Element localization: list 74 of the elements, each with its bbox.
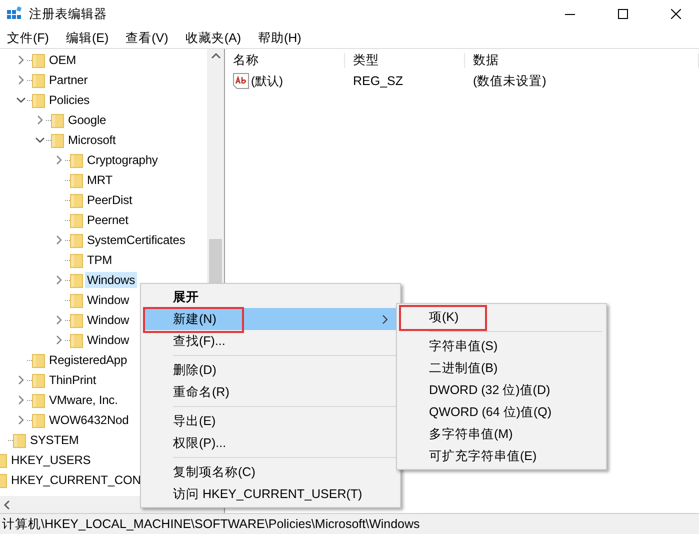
status-bar-path: 计算机\HKEY_LOCAL_MACHINE\SOFTWARE\Policies\Microsoft\Windows [0, 513, 699, 534]
menu-item[interactable]: 访问 HKEY_CURRENT_USER(T) [143, 483, 398, 505]
column-header[interactable]: 数据 [465, 52, 699, 68]
menu-item[interactable]: 查找(F)... [143, 330, 398, 352]
menu-item[interactable]: 重命名(R) [143, 381, 398, 403]
column-header[interactable]: 类型 [345, 52, 465, 68]
folder-icon [32, 352, 45, 368]
menu-item[interactable]: 文件(F) [2, 30, 54, 46]
menu-item[interactable]: 权限(P)... [143, 432, 398, 454]
tree-item[interactable]: Windows [85, 272, 137, 288]
folder-icon [70, 152, 83, 168]
tree-item[interactable]: PeerDist [85, 192, 134, 208]
menu-item[interactable]: 多字符串值(M) [399, 423, 604, 445]
menu-item[interactable]: 字符串值(S) [399, 335, 604, 357]
folder-icon [70, 232, 83, 248]
tree-item[interactable]: ThinPrint [47, 372, 98, 388]
folder-icon [70, 212, 83, 228]
tree-item[interactable]: Google [66, 112, 108, 128]
tree-item[interactable]: Policies [47, 92, 92, 108]
tree-item[interactable]: SYSTEM [28, 432, 81, 448]
menu-item[interactable]: 可扩充字符串值(E) [399, 445, 604, 467]
app-icon [6, 6, 22, 22]
folder-icon [32, 92, 45, 108]
tree-item[interactable]: Cryptography [85, 152, 160, 168]
menu-item[interactable]: 新建(N) [143, 308, 398, 330]
folder-icon [32, 52, 45, 68]
tree-item[interactable]: Peernet [85, 212, 130, 228]
folder-icon [70, 172, 83, 188]
menu-item[interactable]: 展开 [143, 286, 398, 308]
value-name[interactable]: (默认) [249, 74, 283, 88]
tree-item[interactable]: Partner [47, 72, 90, 88]
menu-item[interactable]: 查看(V) [120, 30, 174, 46]
folder-icon [51, 132, 64, 148]
folder-icon [70, 332, 83, 348]
string-value-icon [233, 73, 249, 89]
menu-item[interactable]: 二进制值(B) [399, 357, 604, 379]
menu-item[interactable]: 导出(E) [143, 410, 398, 432]
tree-item[interactable]: TPM [85, 252, 114, 268]
menu-item[interactable]: 删除(D) [143, 359, 398, 381]
value-type: REG_SZ [352, 74, 404, 88]
folder-icon [32, 412, 45, 428]
maximize-icon [618, 9, 628, 19]
menu-item[interactable]: QWORD (64 位)值(Q) [399, 401, 604, 423]
folder-icon [70, 272, 83, 288]
menu-item[interactable]: 编辑(E) [60, 30, 114, 46]
folder-icon [70, 252, 83, 268]
folder-icon [70, 292, 83, 308]
tree-item[interactable]: VMware, Inc. [47, 392, 120, 408]
menu-item[interactable]: DWORD (32 位)值(D) [399, 379, 604, 401]
folder-icon [32, 72, 45, 88]
window-title: 注册表编辑器 [29, 6, 108, 22]
folder-icon [70, 192, 83, 208]
folder-icon [13, 432, 26, 448]
tree-item[interactable]: MRT [85, 172, 114, 188]
folder-icon [51, 112, 64, 128]
column-header[interactable]: 名称 [225, 52, 345, 68]
tree-item[interactable]: OEM [47, 52, 78, 68]
tree-item[interactable]: RegisteredApp [47, 352, 130, 368]
value-data: (数值未设置) [472, 74, 548, 88]
tree-item[interactable]: Microsoft [66, 132, 118, 148]
menu-item[interactable]: 收藏夹(A) [180, 30, 246, 46]
tree-item[interactable]: HKEY_USERS [9, 452, 93, 468]
folder-icon [32, 392, 45, 408]
folder-icon [32, 372, 45, 388]
menu-item[interactable]: 帮助(H) [252, 30, 306, 46]
tree-item[interactable]: WOW6432Nod [47, 412, 131, 428]
tree-item[interactable]: Window [85, 312, 132, 328]
menu-item[interactable]: 复制项名称(C) [143, 461, 398, 483]
tree-item[interactable]: Window [85, 332, 132, 348]
close-icon [671, 9, 681, 19]
tree-item[interactable]: HKEY_CURRENT_CON [9, 472, 143, 488]
tree-item[interactable]: Window [85, 292, 132, 308]
folder-icon [70, 312, 83, 328]
tree-item[interactable]: SystemCertificates [85, 232, 188, 248]
